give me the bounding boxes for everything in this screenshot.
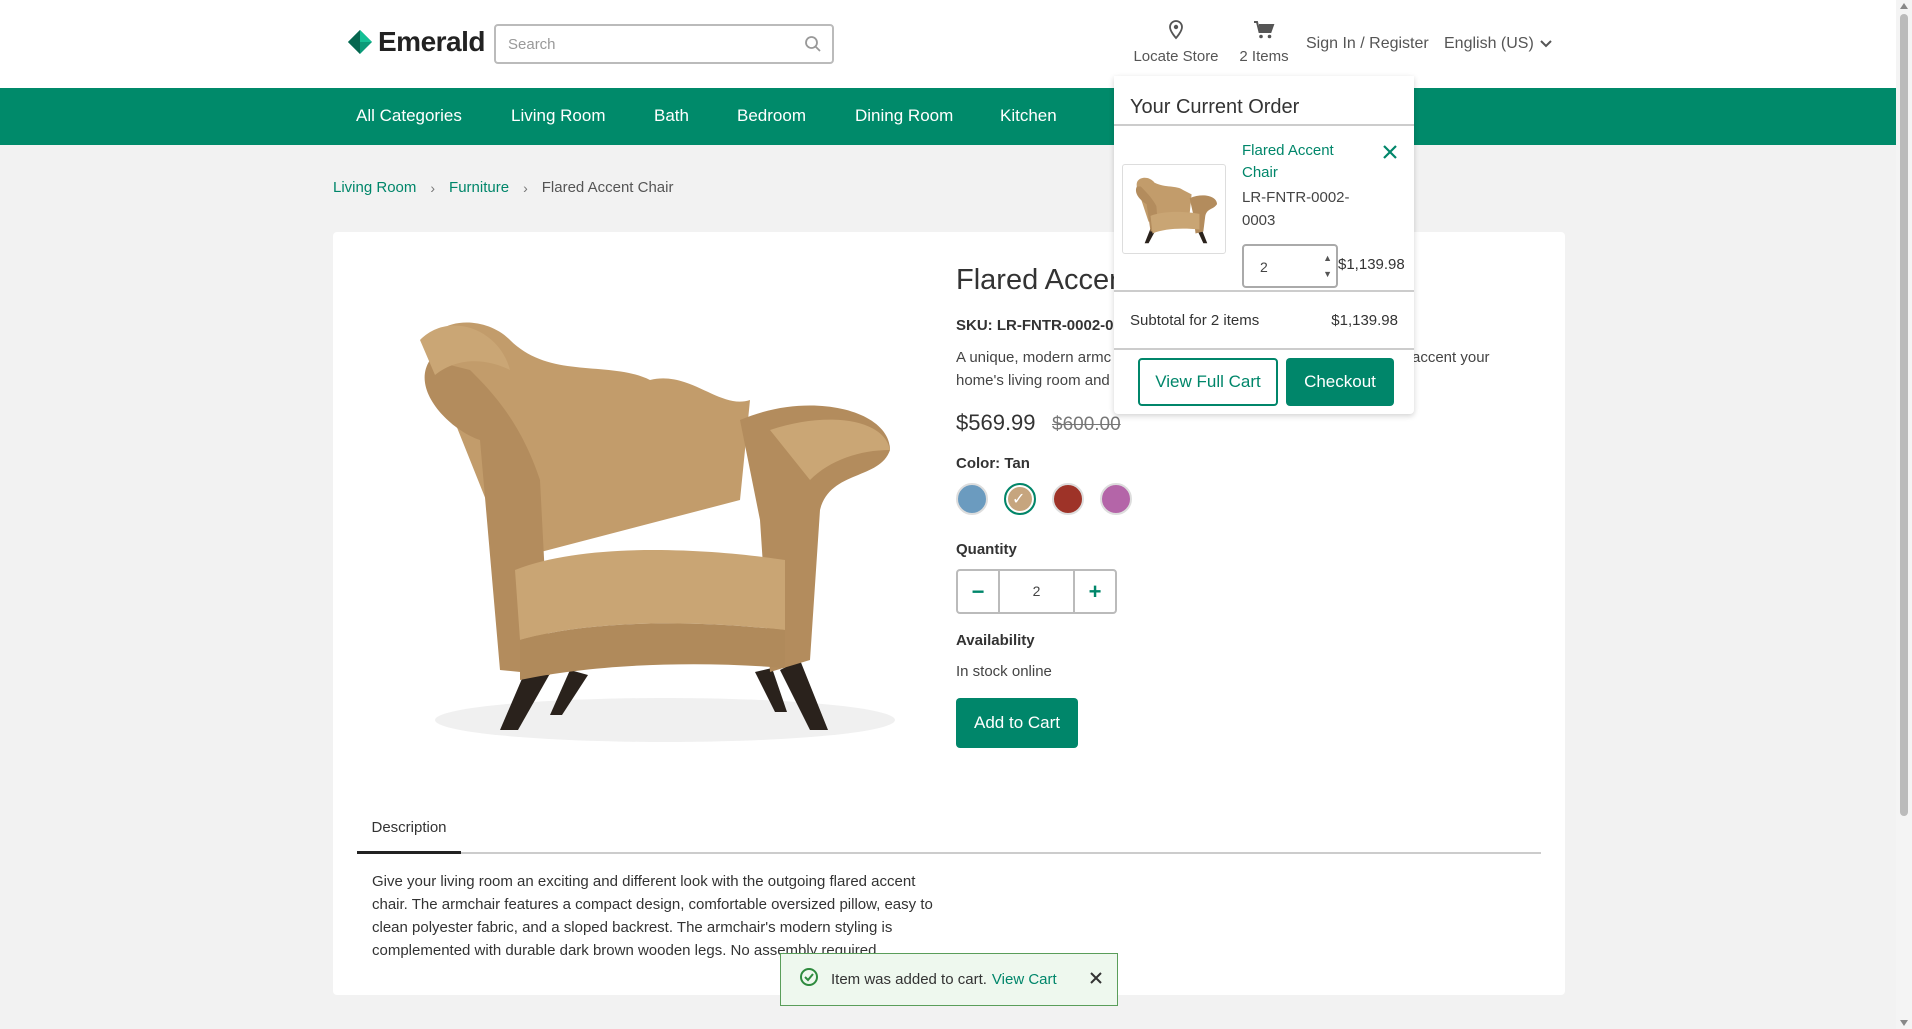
short-desc-line1: A unique, modern armc: [956, 349, 1112, 366]
breadcrumb-living-room[interactable]: Living Room: [333, 179, 416, 196]
nav-item-bath[interactable]: Bath: [654, 106, 689, 126]
emerald-logo-icon: [348, 30, 372, 54]
divider: [1114, 348, 1414, 350]
chevron-right-icon: ›: [430, 179, 436, 196]
decrement-button[interactable]: −: [958, 571, 998, 612]
cart-line-item: Flared Accent Chair LR-FNTR-0002-0003 2 …: [1114, 124, 1414, 292]
increment-button[interactable]: +: [1075, 571, 1115, 612]
swatch-tan[interactable]: ✓: [1004, 483, 1036, 515]
cart-item-thumbnail: [1122, 164, 1226, 254]
chevron-down-icon: [1540, 35, 1552, 53]
color-swatches: ✓: [956, 483, 1132, 515]
brand-name: Emerald: [378, 26, 486, 57]
added-to-cart-toast: Item was added to cart. View Cart: [780, 953, 1118, 1006]
search-input[interactable]: [496, 26, 786, 62]
location-pin-icon: [1168, 20, 1184, 44]
search-icon[interactable]: [804, 35, 822, 58]
swatch-red[interactable]: [1052, 483, 1084, 515]
check-circle-icon: [799, 967, 819, 992]
scroll-up-icon[interactable]: [1900, 3, 1908, 9]
short-desc-line1b: accent your: [1412, 349, 1490, 366]
cart-item-price: $1,139.98: [1338, 256, 1405, 273]
language-label: English (US): [1444, 35, 1534, 52]
breadcrumb-furniture[interactable]: Furniture: [449, 179, 509, 196]
remove-item-icon[interactable]: [1382, 144, 1398, 165]
toast-message: Item was added to cart.: [831, 971, 987, 988]
brand-logo[interactable]: Emerald: [346, 26, 486, 58]
subtotal-label: Subtotal for 2 items: [1130, 312, 1260, 329]
cart-item-sku: LR-FNTR-0002-0003: [1242, 189, 1350, 229]
nav-item-dining-room[interactable]: Dining Room: [855, 106, 953, 126]
language-selector[interactable]: English (US): [1444, 35, 1552, 53]
checkout-button[interactable]: Checkout: [1286, 358, 1394, 406]
locate-store-label: Locate Store: [1133, 48, 1219, 65]
product-old-price: $600.00: [1052, 414, 1121, 435]
page-scrollbar[interactable]: [1896, 0, 1912, 1029]
check-icon: ✓: [1012, 491, 1026, 508]
scrollbar-thumb[interactable]: [1900, 14, 1908, 816]
cart-button[interactable]: 2 Items: [1234, 20, 1294, 65]
availability-status: In stock online: [956, 663, 1052, 680]
nav-item-bedroom[interactable]: Bedroom: [737, 106, 806, 126]
color-label: Color: Tan: [956, 455, 1030, 472]
spinner-arrows-icon[interactable]: ▲ ▼: [1323, 250, 1332, 282]
nav-item-kitchen[interactable]: Kitchen: [1000, 106, 1057, 126]
nav-item-living-room[interactable]: Living Room: [511, 106, 606, 126]
availability-label: Availability: [956, 632, 1035, 649]
cart-icon: [1253, 21, 1275, 44]
product-tabs: Description: [357, 818, 1541, 854]
cart-item-quantity: 2: [1260, 259, 1268, 275]
scroll-down-icon[interactable]: [1900, 1020, 1908, 1026]
close-icon[interactable]: [1089, 971, 1103, 990]
swatch-purple[interactable]: [1100, 483, 1132, 515]
product-image: [420, 322, 895, 742]
swatch-blue[interactable]: [956, 483, 988, 515]
cart-dropdown-title: Your Current Order: [1130, 96, 1300, 118]
quantity-stepper: − 2 +: [956, 569, 1117, 614]
short-desc-line2: home's living room and: [956, 372, 1110, 389]
cart-item-name[interactable]: Flared Accent Chair: [1242, 140, 1362, 184]
quantity-value[interactable]: 2: [998, 571, 1075, 612]
cart-item-quantity-input[interactable]: 2 ▲ ▼: [1242, 244, 1338, 288]
add-to-cart-button[interactable]: Add to Cart: [956, 698, 1078, 748]
product-price: $569.99: [956, 410, 1036, 435]
locate-store-button[interactable]: Locate Store: [1128, 20, 1224, 65]
breadcrumb: Living Room › Furniture › Flared Accent …: [333, 179, 673, 196]
tab-description[interactable]: Description: [357, 818, 461, 854]
breadcrumb-current: Flared Accent Chair: [541, 179, 674, 196]
sign-in-link[interactable]: Sign In / Register: [1306, 35, 1429, 53]
toast-view-cart-link[interactable]: View Cart: [992, 971, 1057, 988]
subtotal-value: $1,139.98: [1331, 312, 1398, 329]
product-title: Flared Accen: [956, 264, 1126, 296]
chevron-right-icon: ›: [523, 179, 528, 196]
cart-count-label: 2 Items: [1239, 48, 1289, 65]
category-nav: All Categories Living Room Bath Bedroom …: [0, 88, 1896, 145]
quantity-label: Quantity: [956, 541, 1017, 558]
view-full-cart-button[interactable]: View Full Cart: [1138, 358, 1278, 406]
cart-dropdown: Your Current Order Flared Accent Chair L…: [1114, 76, 1414, 414]
product-description: Give your living room an exciting and di…: [372, 873, 933, 959]
site-header: Emerald Locate Store 2 Items Sign In / R…: [0, 0, 1896, 88]
nav-item-all-categories[interactable]: All Categories: [356, 106, 462, 126]
product-sku: SKU: LR-FNTR-0002-00: [956, 317, 1122, 334]
search-box: [494, 24, 834, 64]
